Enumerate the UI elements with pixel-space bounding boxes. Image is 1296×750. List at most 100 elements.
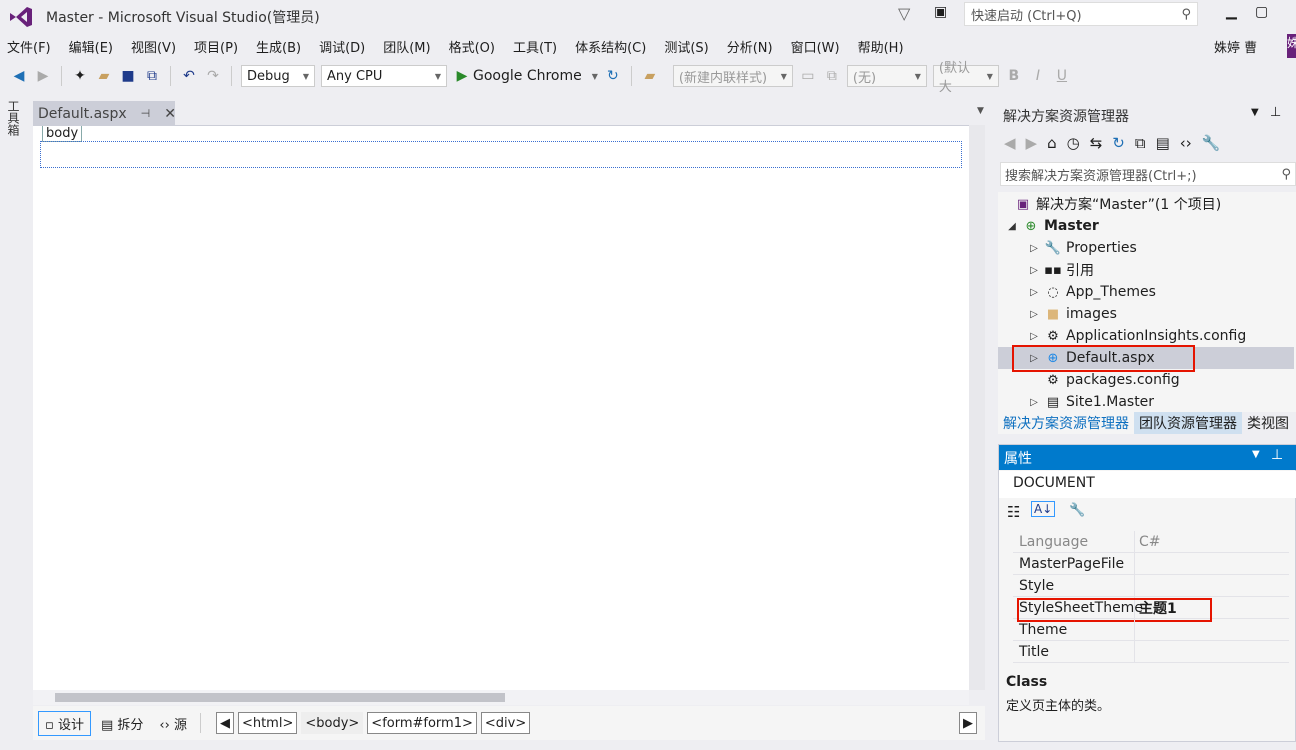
forward-icon[interactable]: ▶ [34, 67, 52, 85]
design-surface[interactable]: body [33, 125, 969, 690]
expand-arrow-icon[interactable]: ▷ [1028, 243, 1040, 254]
show-all-files-icon[interactable]: ▤ [1156, 134, 1170, 152]
menu-project[interactable]: 项目(P) [187, 37, 249, 56]
menu-tools[interactable]: 工具(T) [506, 37, 568, 56]
save-icon[interactable]: ■ [119, 67, 137, 85]
property-row-theme[interactable]: Theme [1013, 619, 1289, 641]
run-target-button[interactable]: Google Chrome [473, 68, 582, 84]
user-name[interactable]: 姝婷 曹 [1214, 37, 1257, 56]
style-select[interactable]: (新建内联样式) ▼ [672, 65, 793, 87]
menu-help[interactable]: 帮助(H) [851, 37, 915, 56]
configuration-select[interactable]: Debug ▼ [241, 65, 315, 87]
split-view-button[interactable]: ▤ 拆分 [95, 712, 149, 735]
panel-menu-dropdown[interactable]: ▼ [1252, 449, 1260, 460]
collapse-arrow-icon[interactable]: ◢ [1006, 221, 1018, 232]
tab-class-view[interactable]: 类视图 [1242, 412, 1294, 434]
alphabetical-icon[interactable]: A↓ [1031, 501, 1056, 517]
pin-icon[interactable]: ⊣ [141, 107, 151, 120]
breadcrumb-form[interactable]: <form#form1> [367, 712, 477, 734]
form-div-element[interactable] [40, 141, 962, 168]
redo-icon[interactable]: ↷ [204, 67, 222, 85]
tab-solution-explorer[interactable]: 解决方案资源管理器 [998, 412, 1134, 434]
expand-arrow-icon[interactable]: ▷ [1028, 397, 1040, 408]
font-select[interactable]: (无) ▼ [846, 65, 927, 87]
menu-file[interactable]: 文件(F) [0, 37, 62, 56]
sync-icon[interactable]: ⇆ [1090, 134, 1103, 152]
menu-team[interactable]: 团队(M) [376, 37, 441, 56]
solution-search-input[interactable]: 搜索解决方案资源管理器(Ctrl+;) ⚲ [1000, 162, 1296, 186]
tree-item-project[interactable]: ◢ ⊕ Master [998, 215, 1294, 237]
underline-button[interactable]: U [1053, 67, 1071, 85]
pending-changes-icon[interactable]: ◷ [1067, 134, 1080, 152]
minimize-button[interactable]: ▁ [1226, 4, 1237, 20]
properties-object-select[interactable]: DOCUMENT [999, 471, 1296, 498]
tree-item-app-themes[interactable]: ▷ ◌ App_Themes [998, 281, 1294, 303]
position-icon[interactable]: ⧉ [823, 67, 841, 85]
tab-default-aspx[interactable]: Default.aspx ⊣ ✕ [33, 101, 176, 126]
breadcrumb-scroll-right[interactable]: ▶ [959, 712, 977, 734]
horizontal-scrollbar[interactable] [33, 690, 969, 705]
properties-wrench-icon[interactable]: 🔧 [1202, 134, 1221, 152]
feedback-icon[interactable]: ▣ [934, 4, 947, 20]
filter-icon[interactable]: ▽ [898, 4, 910, 23]
breadcrumb-div[interactable]: <div> [480, 712, 531, 734]
breadcrumb-scroll-left[interactable]: ◀ [215, 712, 234, 734]
categorized-icon[interactable]: ☷ [1007, 503, 1020, 521]
menu-edit[interactable]: 编辑(E) [62, 37, 124, 56]
tab-list-dropdown[interactable]: ▼ [977, 106, 984, 116]
italic-button[interactable]: I [1029, 67, 1047, 85]
find-icon[interactable]: ▰ [641, 67, 659, 85]
menu-window[interactable]: 窗口(W) [784, 37, 851, 56]
menu-debug[interactable]: 调试(D) [312, 37, 376, 56]
font-size-select[interactable]: (默认大 ▼ [932, 61, 999, 95]
tree-item-appinsights-config[interactable]: ▷ ⚙ ApplicationInsights.config [998, 325, 1294, 347]
save-all-icon[interactable]: ⧉ [143, 67, 161, 85]
chevron-down-icon[interactable]: ▼ [592, 72, 598, 81]
expand-arrow-icon[interactable]: ▷ [1028, 287, 1040, 298]
tree-item-images[interactable]: ▷ ■ images [998, 303, 1294, 325]
tree-item-packages-config[interactable]: ⚙ packages.config [998, 369, 1294, 391]
property-row-language[interactable]: Language C# [1013, 531, 1289, 553]
pin-icon[interactable]: ⊥ [1271, 447, 1283, 463]
play-icon[interactable]: ▶ [453, 67, 471, 85]
expand-arrow-icon[interactable]: ▷ [1028, 309, 1040, 320]
back-icon[interactable]: ◀ [1004, 134, 1016, 152]
platform-select[interactable]: Any CPU ▼ [321, 65, 447, 87]
open-folder-icon[interactable]: ▰ [95, 67, 113, 85]
close-icon[interactable]: ✕ [164, 106, 176, 122]
new-project-icon[interactable]: ✦ [71, 67, 89, 85]
view-code-icon[interactable]: ‹› [1180, 134, 1192, 152]
user-avatar[interactable]: 姝 [1287, 34, 1296, 58]
tab-team-explorer[interactable]: 团队资源管理器 [1134, 412, 1242, 434]
refresh-icon[interactable]: ↻ [1112, 134, 1125, 152]
breadcrumb-html[interactable]: <html> [237, 712, 298, 734]
tree-item-properties[interactable]: ▷ 🔧 Properties [998, 237, 1294, 259]
toolbox-tab[interactable]: 工具箱 [6, 100, 22, 136]
panel-menu-dropdown[interactable]: ▼ [1251, 107, 1259, 118]
maximize-button[interactable]: ▢ [1255, 4, 1268, 20]
bold-button[interactable]: B [1005, 67, 1023, 85]
scrollbar-thumb[interactable] [55, 693, 505, 702]
menu-format[interactable]: 格式(O) [442, 37, 506, 56]
quick-launch-input[interactable]: 快速启动 (Ctrl+Q) ⚲ [964, 2, 1198, 26]
expand-arrow-icon[interactable]: ▷ [1028, 265, 1040, 276]
pin-icon[interactable]: ⊥ [1270, 105, 1281, 120]
property-row-style[interactable]: Style [1013, 575, 1289, 597]
undo-icon[interactable]: ↶ [180, 67, 198, 85]
tree-item-solution[interactable]: ▣ 解决方案“Master”(1 个项目) [998, 193, 1294, 215]
home-icon[interactable]: ⌂ [1047, 134, 1057, 152]
tree-item-references[interactable]: ▷ ▪▪ 引用 [998, 259, 1294, 281]
property-row-masterpagefile[interactable]: MasterPageFile [1013, 553, 1289, 575]
design-view-button[interactable]: ▫ 设计 [38, 710, 91, 736]
breadcrumb-body[interactable]: <body> [301, 712, 364, 734]
collapse-all-icon[interactable]: ⧉ [1135, 134, 1146, 152]
source-view-button[interactable]: ‹› 源 [153, 712, 193, 735]
refresh-icon[interactable]: ↻ [604, 67, 622, 85]
property-pages-icon[interactable]: 🔧 [1069, 503, 1085, 518]
back-icon[interactable]: ◀ [10, 67, 28, 85]
menu-analyze[interactable]: 分析(N) [720, 37, 784, 56]
menu-architecture[interactable]: 体系结构(C) [568, 37, 657, 56]
layout-icon[interactable]: ▭ [799, 67, 817, 85]
forward-icon[interactable]: ▶ [1026, 134, 1038, 152]
tree-item-site1-master[interactable]: ▷ ▤ Site1.Master [998, 391, 1294, 412]
